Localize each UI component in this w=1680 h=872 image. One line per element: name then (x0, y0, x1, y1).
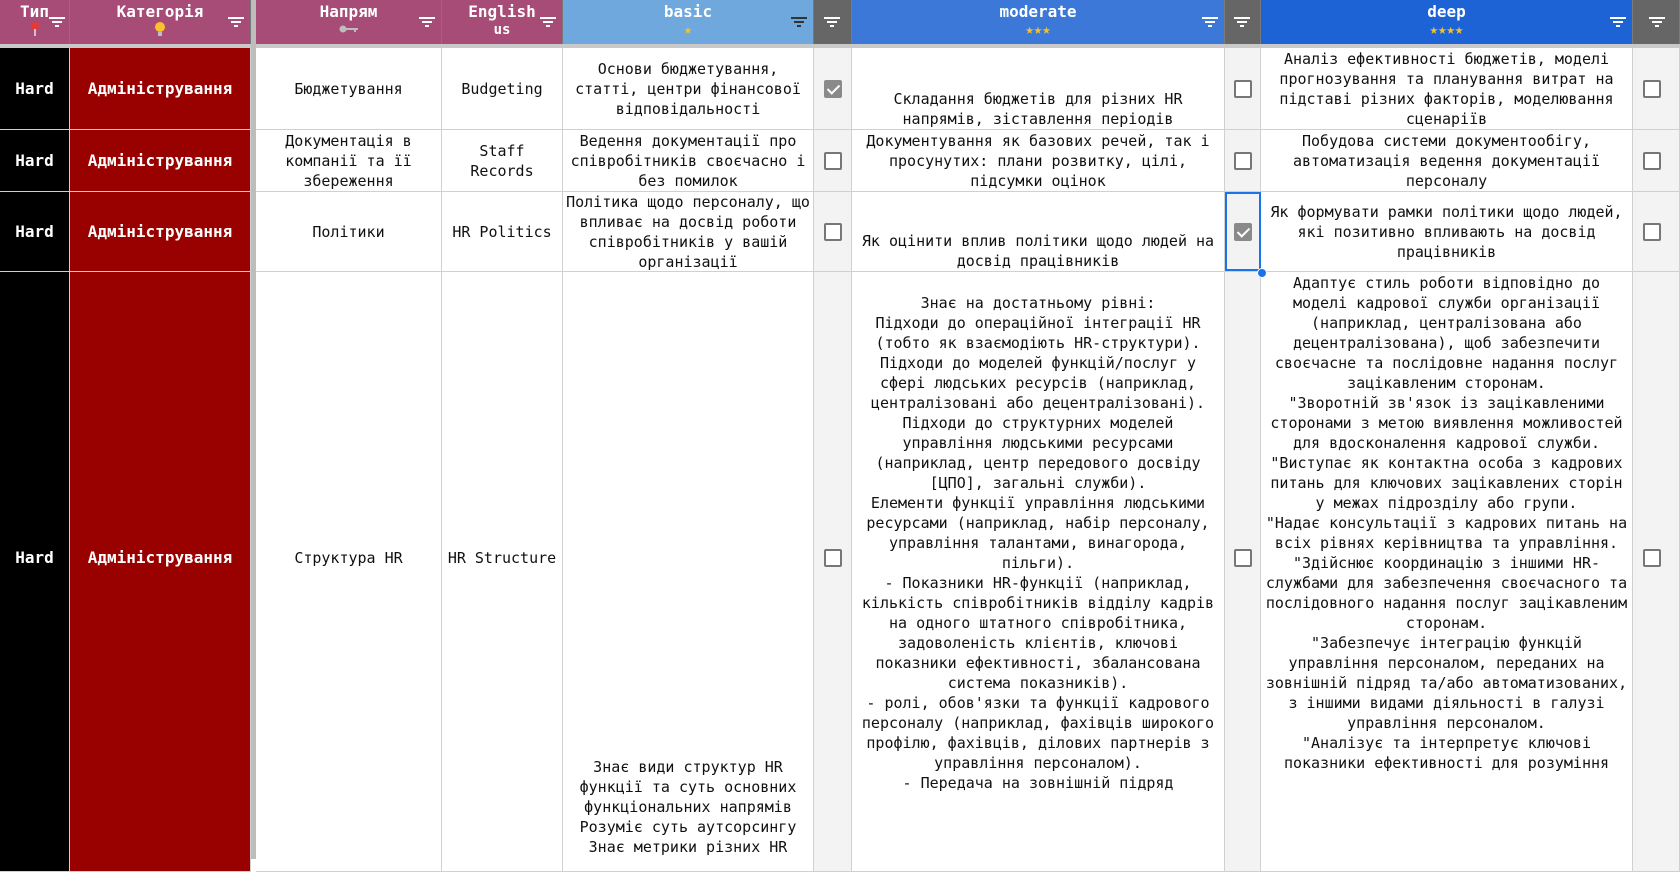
cell-basic[interactable]: Ведення документації про співробітників … (563, 130, 814, 192)
cell-deep[interactable]: Побудова системи документообігу, автомат… (1261, 130, 1633, 192)
header-basic-label: basic (663, 2, 713, 21)
cell-basic[interactable]: Основи бюджетування, статті, центри фіна… (563, 48, 814, 130)
cell-english[interactable]: HR Structure (442, 272, 563, 872)
moderate-checkbox[interactable] (1233, 548, 1252, 567)
moderate-checkbox-cell[interactable] (1225, 48, 1261, 130)
deep-checkbox-cell[interactable] (1633, 192, 1680, 272)
basic-checkbox[interactable] (823, 548, 842, 567)
cell-english[interactable]: Budgeting (442, 48, 563, 130)
basic-checkbox-cell[interactable] (814, 130, 852, 192)
header-category-label: Категорія (116, 2, 204, 21)
cell-direction[interactable]: Політики (256, 192, 442, 272)
cell-direction[interactable]: Документація в компанії та її збереження (256, 130, 442, 192)
deep-checkbox[interactable] (1643, 151, 1661, 170)
cell-moderate[interactable]: Як оцінити вплив політики щодо людей на … (852, 192, 1225, 272)
basic-checkbox[interactable] (823, 222, 842, 241)
deep-checkbox-cell[interactable] (1633, 48, 1680, 130)
deep-checkbox-cell[interactable] (1633, 272, 1680, 872)
filter-icon[interactable] (228, 13, 244, 27)
cell-moderate[interactable]: Складання бюджетів для різних HR напрямі… (852, 48, 1225, 130)
star-icon: ★★★★ (1429, 22, 1464, 38)
cell-english[interactable]: Staff Records (442, 130, 563, 192)
moderate-checkbox-cell[interactable] (1225, 272, 1261, 872)
basic-checkbox-cell[interactable] (814, 48, 852, 130)
deep-checkbox[interactable] (1643, 79, 1661, 98)
header-category[interactable]: Категорія (70, 0, 251, 44)
moderate-checkbox-cell[interactable] (1225, 130, 1261, 192)
header-moderate-label: moderate (999, 2, 1077, 21)
filter-icon[interactable] (1234, 13, 1250, 27)
star-icon: ★ (683, 22, 693, 38)
basic-checkbox[interactable] (823, 79, 842, 98)
header-deep-check[interactable] (1633, 0, 1680, 44)
deep-checkbox-cell[interactable] (1633, 130, 1680, 192)
cell-basic[interactable]: Політика щодо персоналу, що впливає на д… (563, 192, 814, 272)
deep-checkbox[interactable] (1643, 548, 1661, 567)
header-english[interactable]: English us (442, 0, 563, 44)
cell-type[interactable]: Hard (0, 130, 70, 192)
filter-icon[interactable] (824, 13, 840, 27)
filter-icon[interactable] (540, 13, 556, 27)
filter-icon[interactable] (1202, 13, 1218, 27)
cell-type[interactable]: Hard (0, 272, 70, 872)
cell-category[interactable]: Адміністрування (70, 272, 251, 872)
basic-checkbox-cell[interactable] (814, 272, 852, 872)
cell-deep[interactable]: Адаптує стиль роботи відповідно до модел… (1261, 272, 1633, 872)
cell-category[interactable]: Адміністрування (70, 192, 251, 272)
cell-moderate[interactable]: Документування як базових речей, так і п… (852, 130, 1225, 192)
cell-deep[interactable]: Аналіз ефективності бюджетів, моделі про… (1261, 48, 1633, 130)
moderate-checkbox[interactable] (1233, 151, 1252, 170)
lightbulb-icon (70, 21, 250, 42)
moderate-checkbox[interactable] (1233, 79, 1252, 98)
cell-type[interactable]: Hard (0, 48, 70, 130)
filter-icon[interactable] (419, 13, 435, 27)
basic-checkbox-cell[interactable] (814, 192, 852, 272)
selected-cell-outline (1225, 192, 1261, 271)
cell-direction[interactable]: Бюджетування (256, 48, 442, 130)
cell-english[interactable]: HR Politics (442, 192, 563, 272)
header-deep[interactable]: deep ★★★★ (1261, 0, 1633, 44)
filter-icon[interactable] (1610, 13, 1626, 27)
header-direction[interactable]: Напрям (256, 0, 442, 44)
cell-category[interactable]: Адміністрування (70, 130, 251, 192)
header-direction-label: Напрям (319, 2, 378, 21)
header-type[interactable]: Тип (0, 0, 70, 44)
header-moderate-check[interactable] (1225, 0, 1261, 44)
header-moderate[interactable]: moderate ★★★ (852, 0, 1225, 44)
header-basic-check[interactable] (814, 0, 852, 44)
selection-fill-handle[interactable] (1257, 268, 1267, 278)
cell-direction[interactable]: Структура HR (256, 272, 442, 872)
filter-icon[interactable] (49, 13, 65, 27)
filter-icon[interactable] (791, 13, 807, 27)
deep-checkbox[interactable] (1643, 222, 1661, 241)
cell-moderate[interactable]: Знає на достатньому рівні: Підходи до оп… (852, 272, 1225, 872)
key-icon (256, 21, 441, 39)
cell-type[interactable]: Hard (0, 192, 70, 272)
cell-deep[interactable]: Як формувати рамки політики щодо людей, … (1261, 192, 1633, 272)
frozen-column-divider[interactable] (251, 0, 256, 859)
cell-basic[interactable]: Знає види структур HR функції та суть ос… (563, 272, 814, 872)
filter-icon[interactable] (1649, 13, 1665, 27)
cell-category[interactable]: Адміністрування (70, 48, 251, 130)
star-icon: ★★★ (1025, 22, 1051, 38)
basic-checkbox[interactable] (823, 151, 842, 170)
header-deep-label: deep (1427, 2, 1466, 21)
header-basic[interactable]: basic ★ (563, 0, 814, 44)
